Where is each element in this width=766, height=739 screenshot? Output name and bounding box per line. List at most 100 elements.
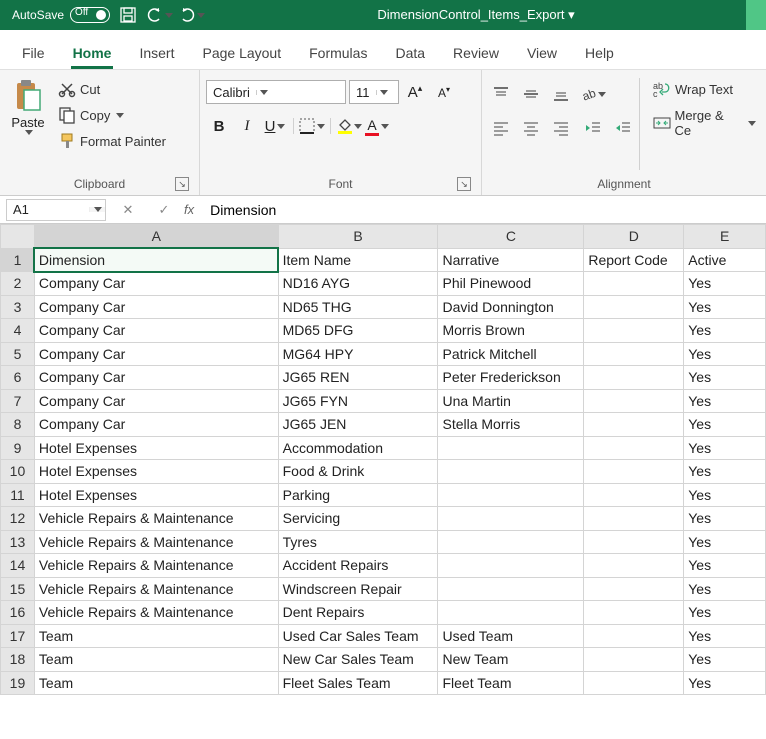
- tab-help[interactable]: Help: [573, 35, 626, 69]
- align-left-button[interactable]: [488, 116, 514, 140]
- cell[interactable]: ND16 AYG: [278, 272, 438, 296]
- cell[interactable]: Yes: [684, 413, 766, 437]
- align-middle-button[interactable]: [518, 82, 544, 106]
- cell[interactable]: [584, 342, 684, 366]
- cell[interactable]: Report Code: [584, 248, 684, 272]
- bold-button[interactable]: B: [206, 114, 232, 138]
- cell[interactable]: Hotel Expenses: [34, 460, 278, 484]
- cell[interactable]: Food & Drink: [278, 460, 438, 484]
- cell[interactable]: Stella Morris: [438, 413, 584, 437]
- paste-button[interactable]: Paste: [6, 74, 50, 135]
- save-button[interactable]: [114, 2, 142, 28]
- merge-center-button[interactable]: Merge & Ce: [649, 106, 760, 140]
- row-header[interactable]: 6: [1, 366, 35, 390]
- cell[interactable]: Hotel Expenses: [34, 483, 278, 507]
- cell[interactable]: Yes: [684, 671, 766, 695]
- tab-data[interactable]: Data: [383, 35, 437, 69]
- cell[interactable]: New Team: [438, 648, 584, 672]
- cell[interactable]: ND65 THG: [278, 295, 438, 319]
- cell[interactable]: Morris Brown: [438, 319, 584, 343]
- cell[interactable]: Company Car: [34, 366, 278, 390]
- row-header[interactable]: 10: [1, 460, 35, 484]
- orientation-button[interactable]: ab: [580, 82, 606, 106]
- align-right-button[interactable]: [548, 116, 574, 140]
- borders-button[interactable]: [299, 114, 325, 138]
- cell[interactable]: [584, 460, 684, 484]
- cut-button[interactable]: Cut: [54, 78, 170, 100]
- cell[interactable]: Company Car: [34, 295, 278, 319]
- formula-input[interactable]: [202, 199, 766, 221]
- cell[interactable]: Yes: [684, 577, 766, 601]
- cell[interactable]: Used Car Sales Team: [278, 624, 438, 648]
- cell[interactable]: [438, 460, 584, 484]
- tab-page-layout[interactable]: Page Layout: [190, 35, 293, 69]
- cell[interactable]: Company Car: [34, 413, 278, 437]
- cell[interactable]: [584, 389, 684, 413]
- align-bottom-button[interactable]: [548, 82, 574, 106]
- row-header[interactable]: 3: [1, 295, 35, 319]
- cell[interactable]: Yes: [684, 319, 766, 343]
- col-header-D[interactable]: D: [584, 225, 684, 249]
- cell[interactable]: Item Name: [278, 248, 438, 272]
- cell[interactable]: Parking: [278, 483, 438, 507]
- row-header[interactable]: 12: [1, 507, 35, 531]
- cell[interactable]: Vehicle Repairs & Maintenance: [34, 554, 278, 578]
- col-header-C[interactable]: C: [438, 225, 584, 249]
- cell[interactable]: [584, 507, 684, 531]
- cell[interactable]: Yes: [684, 554, 766, 578]
- document-title[interactable]: DimensionControl_Items_Export ▾: [206, 7, 746, 23]
- cell[interactable]: [438, 507, 584, 531]
- cell[interactable]: [584, 436, 684, 460]
- cell[interactable]: Vehicle Repairs & Maintenance: [34, 577, 278, 601]
- cell[interactable]: Yes: [684, 624, 766, 648]
- name-box[interactable]: A1: [6, 199, 106, 221]
- cell[interactable]: [584, 601, 684, 625]
- cell[interactable]: [584, 319, 684, 343]
- row-header[interactable]: 14: [1, 554, 35, 578]
- col-header-B[interactable]: B: [278, 225, 438, 249]
- increase-indent-button[interactable]: [610, 116, 636, 140]
- row-header[interactable]: 19: [1, 671, 35, 695]
- cell[interactable]: [584, 295, 684, 319]
- cell[interactable]: Yes: [684, 389, 766, 413]
- row-header[interactable]: 8: [1, 413, 35, 437]
- cell[interactable]: Narrative: [438, 248, 584, 272]
- cell[interactable]: Dimension: [34, 248, 278, 272]
- cell[interactable]: Servicing: [278, 507, 438, 531]
- fx-icon[interactable]: fx: [184, 202, 194, 217]
- tab-view[interactable]: View: [515, 35, 569, 69]
- cell[interactable]: Yes: [684, 272, 766, 296]
- cell[interactable]: Patrick Mitchell: [438, 342, 584, 366]
- row-header[interactable]: 15: [1, 577, 35, 601]
- cell[interactable]: [584, 413, 684, 437]
- wrap-text-button[interactable]: abc Wrap Text: [649, 78, 760, 100]
- fill-color-button[interactable]: [336, 114, 362, 138]
- row-header[interactable]: 1: [1, 248, 35, 272]
- cell[interactable]: Vehicle Repairs & Maintenance: [34, 530, 278, 554]
- cell[interactable]: Team: [34, 671, 278, 695]
- cell[interactable]: David Donnington: [438, 295, 584, 319]
- tab-review[interactable]: Review: [441, 35, 511, 69]
- cell[interactable]: New Car Sales Team: [278, 648, 438, 672]
- cell[interactable]: MG64 HPY: [278, 342, 438, 366]
- cell[interactable]: Yes: [684, 436, 766, 460]
- font-color-button[interactable]: A: [364, 114, 390, 138]
- tab-insert[interactable]: Insert: [127, 35, 186, 69]
- cell[interactable]: JG65 FYN: [278, 389, 438, 413]
- copy-button[interactable]: Copy: [54, 104, 170, 126]
- cell[interactable]: Team: [34, 648, 278, 672]
- font-size-combo[interactable]: 11: [349, 80, 399, 104]
- cell[interactable]: [584, 554, 684, 578]
- col-header-E[interactable]: E: [684, 225, 766, 249]
- cell[interactable]: Yes: [684, 601, 766, 625]
- redo-button[interactable]: [178, 2, 206, 28]
- tab-file[interactable]: File: [10, 35, 57, 69]
- cell[interactable]: [584, 671, 684, 695]
- autosave-toggle[interactable]: Off: [70, 7, 110, 23]
- cell[interactable]: Yes: [684, 648, 766, 672]
- cell[interactable]: Tyres: [278, 530, 438, 554]
- cell[interactable]: Vehicle Repairs & Maintenance: [34, 507, 278, 531]
- cell[interactable]: Team: [34, 624, 278, 648]
- row-header[interactable]: 5: [1, 342, 35, 366]
- tab-formulas[interactable]: Formulas: [297, 35, 379, 69]
